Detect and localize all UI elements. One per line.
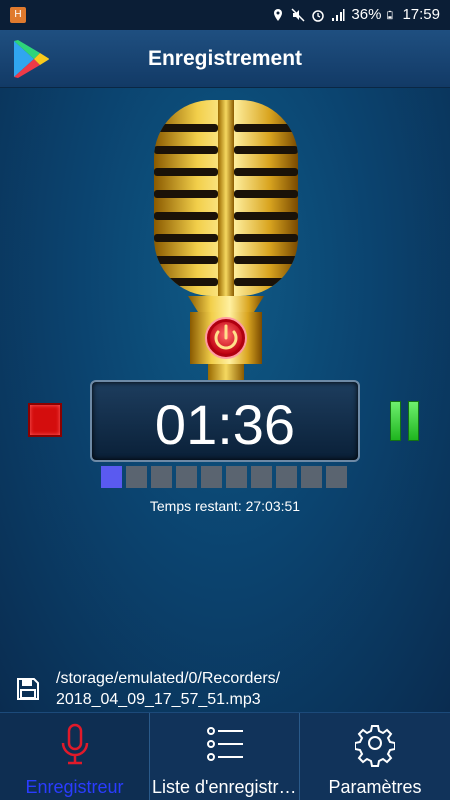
list-icon [207,727,243,761]
status-time: 17:59 [402,6,440,23]
level-segment [301,466,322,488]
pause-button[interactable] [390,401,420,441]
location-icon [274,8,283,21]
file-path-line1: /storage/emulated/0/Recorders/ [56,670,281,687]
tab-settings[interactable]: Paramètres [300,713,450,800]
level-segment [151,466,172,488]
recorder-panel: 01:36 Temps restant: 27:03:51 /storage/e… [0,88,450,712]
timer-display: 01:36 [90,380,360,462]
level-segment [176,466,197,488]
level-meter [101,466,351,488]
level-segment [251,466,272,488]
mute-icon [291,7,305,22]
status-bar: H 36% 17:59 [0,0,450,30]
level-segment [126,466,147,488]
gear-icon [355,725,395,767]
level-segment [101,466,122,488]
save-icon [17,678,39,700]
tab-settings-label: Paramètres [328,777,422,797]
battery-icon [387,10,393,19]
tab-recordings-list[interactable]: Liste d'enregistrements [150,713,300,800]
elapsed-time: 01:36 [154,393,296,456]
bottom-navigation: Enregistreur Liste d'enregistrements Par… [0,712,450,800]
app-notification-icon: H [10,7,26,23]
level-segment [326,466,347,488]
level-segment [201,466,222,488]
microphone-image [154,100,298,380]
page-title: Enregistrement [147,47,303,70]
stop-button[interactable] [28,403,62,437]
file-path: /storage/emulated/0/Recorders/ 2018_04_0… [56,668,280,710]
level-segment [226,466,247,488]
remaining-time: Temps restant: 27:03:51 [149,498,301,514]
tab-recorder[interactable]: Enregistreur [0,713,150,800]
file-path-row: /storage/emulated/0/Recorders/ 2018_04_0… [0,668,450,712]
level-segment [276,466,297,488]
tab-recordings-list-label: Liste d'enregistrements [152,777,299,797]
file-path-line2: 2018_04_09_17_57_51.mp3 [56,691,261,708]
tab-recorder-label: Enregistreur [25,777,124,797]
app-bar: Enregistrement [0,30,450,88]
microphone-icon [61,723,89,765]
alarm-icon [312,9,325,22]
status-icons: 36% 17:59 [271,6,440,23]
battery-percent: 36% [351,6,382,23]
signal-icon [332,8,345,21]
